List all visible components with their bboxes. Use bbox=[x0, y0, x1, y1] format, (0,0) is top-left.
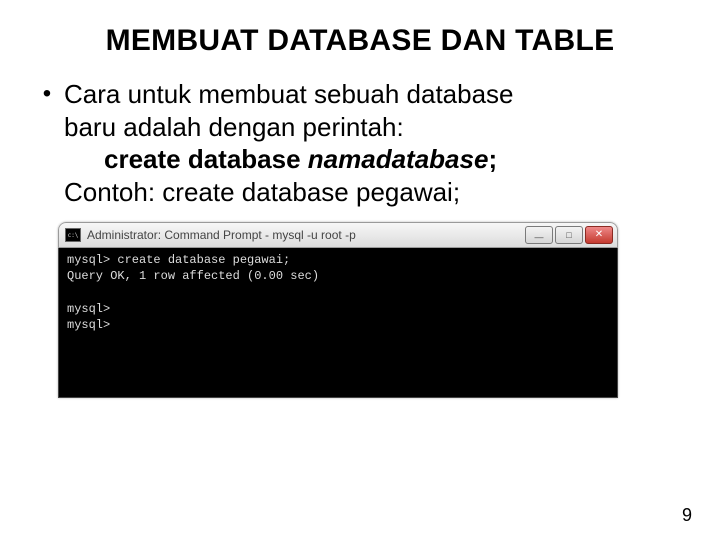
command-suffix: ; bbox=[488, 144, 497, 174]
terminal-window-title: Administrator: Command Prompt - mysql -u… bbox=[87, 228, 523, 242]
bullet-line-1: Cara untuk membuat sebuah database bbox=[64, 79, 514, 109]
command-prefix: create database bbox=[104, 144, 308, 174]
cmd-icon bbox=[65, 228, 81, 242]
example-line: Contoh: create database pegawai; bbox=[30, 176, 690, 209]
bullet-text: Cara untuk membuat sebuah database baru … bbox=[64, 78, 690, 143]
command-line: create database namadatabase; bbox=[30, 143, 690, 176]
terminal-titlebar: Administrator: Command Prompt - mysql -u… bbox=[58, 222, 618, 248]
command-variable: namadatabase bbox=[308, 144, 489, 174]
slide-body: • Cara untuk membuat sebuah database bar… bbox=[30, 78, 690, 208]
bullet-marker: • bbox=[30, 78, 64, 109]
maximize-button[interactable] bbox=[555, 226, 583, 244]
window-controls bbox=[523, 226, 613, 244]
bullet-line-2: baru adalah dengan perintah: bbox=[64, 112, 404, 142]
close-button[interactable] bbox=[585, 226, 613, 244]
terminal-window: Administrator: Command Prompt - mysql -u… bbox=[58, 222, 618, 398]
minimize-button[interactable] bbox=[525, 226, 553, 244]
slide-title: MEMBUAT DATABASE DAN TABLE bbox=[30, 24, 690, 58]
page-number: 9 bbox=[682, 505, 692, 526]
bullet-item: • Cara untuk membuat sebuah database bar… bbox=[30, 78, 690, 143]
terminal-body: mysql> create database pegawai; Query OK… bbox=[58, 248, 618, 398]
